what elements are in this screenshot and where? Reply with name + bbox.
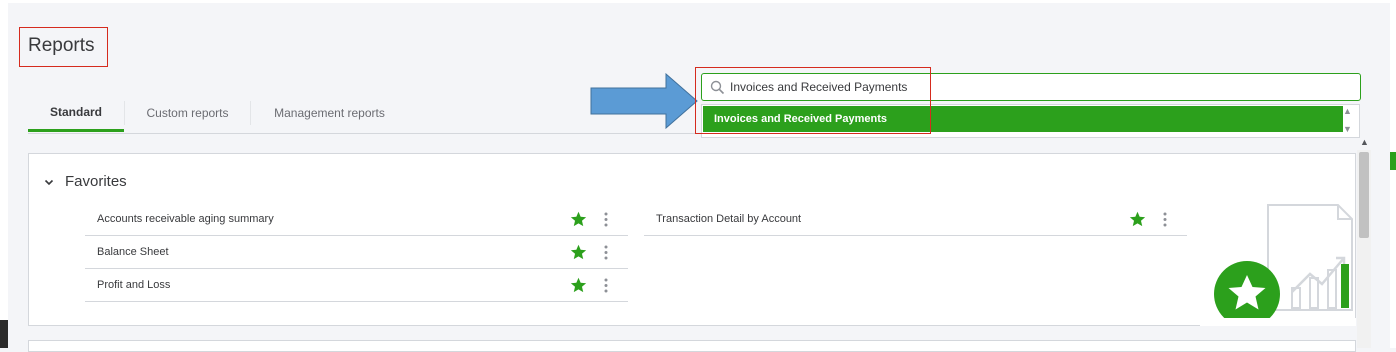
favorite-report-row[interactable]: Balance Sheet bbox=[85, 236, 628, 269]
dropdown-scroll-up-icon[interactable]: ▲ bbox=[1343, 106, 1352, 116]
chevron-down-icon[interactable] bbox=[43, 176, 55, 188]
scroll-up-icon[interactable]: ▲ bbox=[1360, 137, 1369, 147]
star-icon[interactable] bbox=[570, 244, 587, 260]
favorite-report-row[interactable]: Accounts receivable aging summary bbox=[85, 203, 628, 236]
star-icon[interactable] bbox=[570, 277, 587, 293]
favorite-report-link[interactable]: Profit and Loss bbox=[97, 269, 170, 301]
more-options-icon[interactable] bbox=[1162, 212, 1168, 227]
annotation-search-highlight bbox=[695, 67, 931, 134]
page-title: Reports bbox=[28, 35, 95, 56]
more-options-icon[interactable] bbox=[603, 212, 609, 227]
annotation-arrow bbox=[590, 73, 698, 129]
window-top-edge bbox=[0, 0, 1396, 3]
window-right-green-marker bbox=[1390, 152, 1396, 170]
favorites-section-title[interactable]: Favorites bbox=[65, 173, 127, 190]
window-left-dark-edge bbox=[0, 320, 8, 348]
favorite-report-link[interactable]: Accounts receivable aging summary bbox=[97, 203, 274, 235]
panel-bottom-mask bbox=[1200, 318, 1356, 326]
scrollbar-thumb[interactable] bbox=[1359, 152, 1369, 238]
window-left-edge bbox=[0, 0, 8, 348]
window-right-edge bbox=[1390, 0, 1396, 348]
favorites-illustration bbox=[1214, 204, 1353, 318]
favorite-report-link[interactable]: Balance Sheet bbox=[97, 236, 169, 268]
favorite-report-row[interactable]: Transaction Detail by Account bbox=[644, 203, 1187, 236]
more-options-icon[interactable] bbox=[603, 278, 609, 293]
tab-standard[interactable]: Standard bbox=[28, 95, 124, 132]
dropdown-scroll-down-icon[interactable]: ▼ bbox=[1343, 124, 1352, 134]
favorite-report-link[interactable]: Transaction Detail by Account bbox=[656, 203, 801, 235]
favorite-report-row[interactable]: Profit and Loss bbox=[85, 269, 628, 302]
star-icon[interactable] bbox=[1129, 211, 1146, 227]
tab-management-reports[interactable]: Management reports bbox=[251, 95, 408, 131]
more-options-icon[interactable] bbox=[603, 245, 609, 260]
star-icon[interactable] bbox=[570, 211, 587, 227]
tab-custom-reports[interactable]: Custom reports bbox=[125, 95, 250, 131]
next-section-panel bbox=[28, 340, 1356, 352]
